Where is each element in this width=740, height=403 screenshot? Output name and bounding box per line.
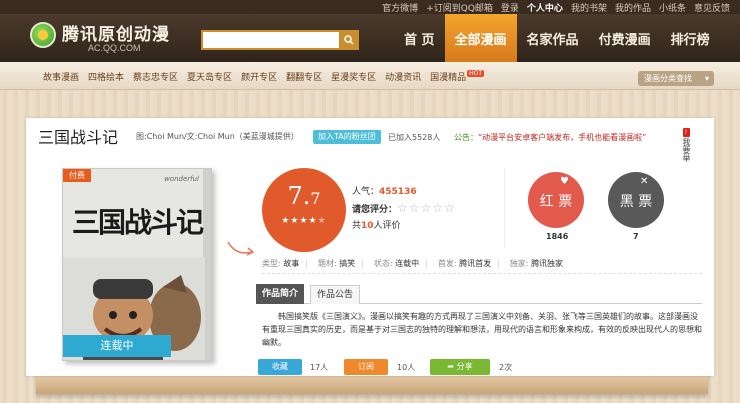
paid-tag: 付费	[63, 169, 91, 182]
cross-icon: ✕	[640, 176, 649, 187]
red-ticket-count: 1846	[546, 232, 569, 241]
star-filled-icon: ★	[299, 216, 309, 226]
red-ticket-button[interactable]: ♥ 红 票	[528, 172, 584, 228]
comic-detail-panel: 三国战斗记 图:Choi Mun/文:Choi Mun（美蓝漫城提供） 加入TA…	[26, 118, 714, 376]
cover-title: 三国战斗记	[71, 206, 204, 239]
search-box	[201, 30, 359, 50]
detail-tabs: 作品简介 作品公告	[256, 284, 702, 304]
search-button[interactable]	[339, 30, 359, 50]
subnav-summer-island[interactable]: 夏天岛专区	[187, 70, 232, 83]
hot-badge: HOT	[467, 70, 485, 77]
star-filled-icon: ★	[308, 216, 318, 226]
weibo-link[interactable]: 官方微博	[382, 1, 418, 14]
feedback-link[interactable]: 意见反馈	[694, 1, 730, 14]
favorite-button[interactable]: 收藏	[258, 359, 302, 375]
nav-famous-works[interactable]: 名家作品	[517, 14, 589, 62]
share-button[interactable]: ➦ 分享	[430, 359, 490, 375]
comic-description: 韩国搞笑版《三国演义》。漫画以搞笑有趣的方式再现了三国演义中刘备、关羽、张飞等三…	[262, 312, 702, 347]
fan-count: 已加入5528人	[388, 133, 441, 142]
logo-name: 腾讯原创动漫	[62, 25, 170, 45]
rate-stars-input[interactable]: ☆☆☆☆☆	[397, 201, 456, 215]
subscribe-email-link[interactable]: +订阅到QQ邮箱	[426, 1, 493, 14]
publisher-mark: wonderful	[164, 175, 199, 183]
finder-label: 漫画分类查找	[644, 74, 692, 83]
report-flag-icon: !	[682, 128, 690, 137]
report-button[interactable]: ! 我要举	[677, 126, 695, 166]
utility-links: 官方微博 +订阅到QQ邮箱 登录 个人中心 我的书架 我的作品 小纸条 意见反馈	[382, 1, 730, 14]
comic-authors: 图:Choi Mun/文:Choi Mun（美蓝漫城提供）	[136, 132, 299, 141]
subnav-comic-news[interactable]: 动漫资讯	[385, 70, 421, 83]
comic-meta-row: 类型: 故事 | 题材: 搞笑 | 状态: 连载中 | 首发: 腾讯首发 | 独家: 腾…	[262, 258, 702, 274]
sub-nav: 故事漫画 四格绘本 蔡志忠专区 夏天岛专区 颜开专区 翻翻专区 星漫奖专区 动漫…	[0, 62, 740, 90]
messages-link[interactable]: 小纸条	[659, 1, 686, 14]
main-nav: 首 页 全部漫画 名家作品 付费漫画 排行榜	[394, 14, 720, 62]
comic-stats: 人气：455136 请您评分：☆☆☆☆☆ 共10人评价	[352, 184, 456, 234]
subnav-story-comics[interactable]: 故事漫画	[43, 70, 79, 83]
site-header: 腾讯原创动漫 AC.QQ.COM 首 页 全部漫画 名家作品 付费漫画 排行榜	[0, 14, 740, 62]
serialization-status: 连载中	[63, 335, 171, 357]
tab-synopsis[interactable]: 作品简介	[256, 284, 305, 304]
subnav-cai-zhizhong[interactable]: 蔡志忠专区	[133, 70, 178, 83]
meta-first-release: 首发: 腾讯首发 |	[437, 259, 500, 268]
popularity-value: 455136	[379, 187, 417, 197]
meta-genre: 类型: 故事 |	[262, 259, 308, 268]
rating-stars: ★★★★★	[262, 216, 346, 226]
subscribe-count: 10人	[397, 363, 416, 372]
report-label: 我要举	[682, 138, 691, 162]
logo-domain: AC.QQ.COM	[88, 43, 141, 53]
vertical-divider	[504, 168, 505, 248]
login-link[interactable]: 登录	[501, 1, 519, 14]
rater-count: 10	[361, 221, 374, 231]
popularity-row: 人气：455136	[352, 187, 417, 197]
heart-icon: ♥	[560, 176, 569, 187]
black-ticket-label: 黑 票	[619, 194, 653, 210]
top-utility-bar: 官方微博 +订阅到QQ邮箱 登录 个人中心 我的书架 我的作品 小纸条 意见反馈	[0, 0, 740, 14]
star-filled-icon: ★	[281, 216, 291, 226]
nav-home[interactable]: 首 页	[394, 14, 445, 62]
share-icon: ➦	[447, 362, 455, 371]
user-center-link[interactable]: 个人中心	[527, 1, 563, 14]
nav-all-comics[interactable]: 全部漫画	[444, 14, 517, 62]
my-works-link[interactable]: 我的作品	[615, 1, 651, 14]
subnav-yan-kai[interactable]: 颜开专区	[241, 70, 277, 83]
rating-badge: 7.7 ★★★★★	[262, 168, 346, 252]
rater-count-row: 共10人评价	[352, 221, 401, 231]
favorite-count: 17人	[310, 363, 329, 372]
share-count: 2次	[499, 363, 513, 372]
subscribe-button[interactable]: 订阅	[344, 359, 388, 375]
star-half-icon: ★	[317, 216, 327, 226]
rate-row: 请您评分：☆☆☆☆☆	[352, 201, 456, 215]
meta-exclusive: 独家: 腾讯独家	[509, 259, 564, 268]
join-fan-club-button[interactable]: 加入TA的粉丝团	[313, 130, 381, 144]
logo-mark-icon	[30, 22, 56, 48]
site-notice[interactable]: 公告：“动漫平台安卓客户端发布，手机也能看漫画啦”	[454, 132, 646, 143]
nav-rankings[interactable]: 排行榜	[661, 14, 720, 62]
category-finder-dropdown[interactable]: 漫画分类查找 ▾	[638, 71, 714, 86]
search-icon	[344, 35, 354, 45]
rating-score: 7.7	[287, 182, 321, 210]
comic-cover[interactable]: 付费 wonderful 三国战斗记 连载中	[62, 168, 212, 361]
chevron-down-icon: ▾	[704, 74, 709, 83]
black-ticket-button[interactable]: ✕ 黑 票	[608, 172, 664, 228]
meta-status: 状态: 连载中 |	[373, 259, 428, 268]
subnav-four-panel[interactable]: 四格绘本	[88, 70, 124, 83]
tab-announcement[interactable]: 作品公告	[310, 285, 361, 304]
search-input[interactable]	[201, 30, 341, 50]
category-links: 故事漫画 四格绘本 蔡志忠专区 夏天岛专区 颜开专区 翻翻专区 星漫奖专区 动漫…	[43, 70, 485, 83]
curved-arrow-icon	[227, 241, 255, 256]
nav-paid-comics[interactable]: 付费漫画	[589, 14, 661, 62]
black-ticket-count: 7	[633, 232, 639, 241]
site-logo[interactable]: 腾讯原创动漫 AC.QQ.COM	[30, 20, 180, 56]
subnav-fanfan[interactable]: 翻翻专区	[286, 70, 322, 83]
bookshelf-link[interactable]: 我的书架	[571, 1, 607, 14]
subnav-star-award[interactable]: 星漫奖专区	[331, 70, 376, 83]
subnav-domestic-picks[interactable]: 国漫精品 HOT	[430, 70, 485, 83]
meta-theme: 题材: 搞笑 |	[317, 259, 364, 268]
red-ticket-label: 红 票	[539, 194, 573, 210]
comic-title: 三国战斗记	[38, 128, 119, 147]
